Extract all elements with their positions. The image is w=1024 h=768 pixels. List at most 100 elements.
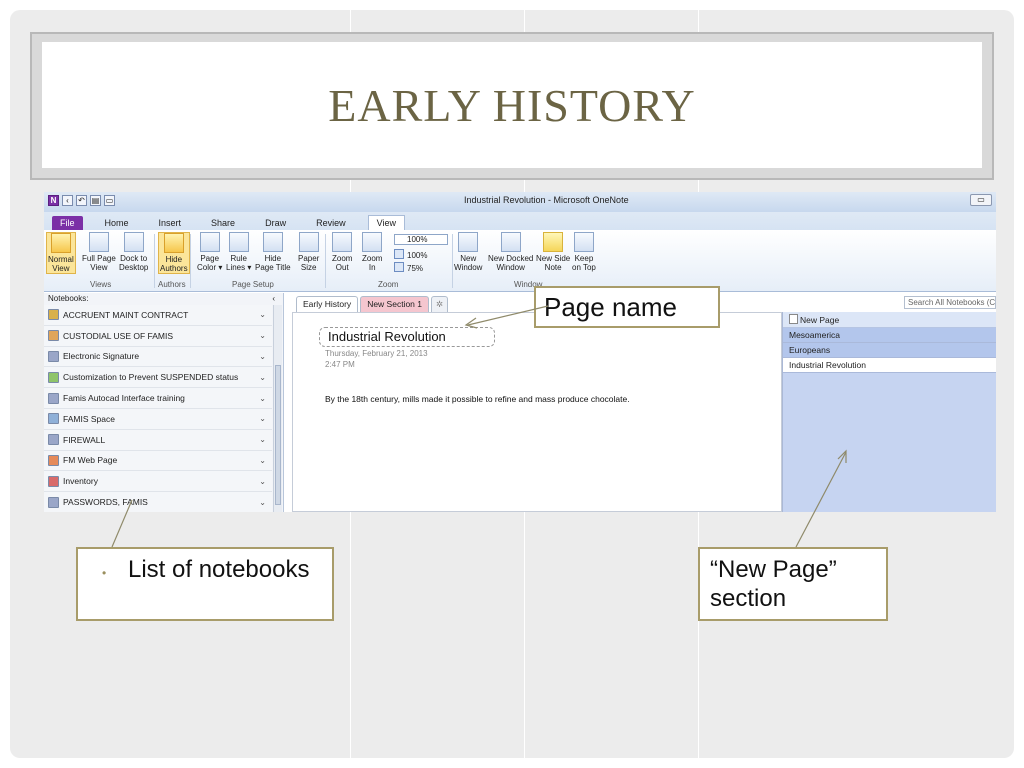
add-section-icon[interactable]: ✲ <box>431 296 449 312</box>
notebook-item[interactable]: Famis Autocad Interface training ⌄ <box>44 388 272 409</box>
zoom-100-button[interactable]: 100% <box>394 249 427 260</box>
page-title-field[interactable]: Industrial Revolution <box>319 327 495 347</box>
dock-to-desktop-button[interactable]: Dock to Desktop <box>119 232 148 272</box>
notebook-item[interactable]: PASSWORDS, FAMIS ⌄ <box>44 492 272 512</box>
tab-view[interactable]: View <box>367 215 405 230</box>
zoom-out-button[interactable]: Zoom Out <box>332 232 352 272</box>
back-icon[interactable]: ‹ <box>62 195 73 206</box>
zoom-75-button[interactable]: 75% <box>394 262 423 273</box>
tab-share[interactable]: Share <box>203 216 243 230</box>
window-title: Industrial Revolution - Microsoft OneNot… <box>464 195 629 205</box>
notebook-item[interactable]: Customization to Prevent SUSPENDED statu… <box>44 367 272 389</box>
page-color-button[interactable]: Page Color ▾ <box>197 232 222 272</box>
hide-page-title-icon <box>262 232 283 252</box>
section-tab-early-history[interactable]: Early History <box>296 296 359 312</box>
page-tab[interactable]: Industrial Revolution <box>783 358 996 373</box>
page-icon[interactable]: ▭ <box>104 195 115 206</box>
chevron-down-icon[interactable]: ⌄ <box>259 456 266 465</box>
new-side-note-button[interactable]: New Side Note <box>536 232 570 272</box>
search-notebooks-input[interactable]: Search All Notebooks (Ct <box>904 296 996 309</box>
new-window-button[interactable]: New Window <box>454 232 482 272</box>
zoom-in-icon <box>362 232 383 252</box>
chevron-down-icon[interactable]: ⌄ <box>259 310 266 319</box>
layout-icon[interactable]: ▤ <box>90 195 101 206</box>
tab-home[interactable]: Home <box>97 216 137 230</box>
scrollbar-thumb[interactable] <box>275 365 281 505</box>
chevron-down-icon[interactable]: ⌄ <box>259 352 266 361</box>
slide-title: EARLY HISTORY <box>328 79 696 131</box>
callout-new-page-section: “New Page” section <box>698 547 888 621</box>
notebook-item[interactable]: Electronic Signature ⌄ <box>44 346 272 368</box>
notebook-item[interactable]: FM Web Page ⌄ <box>44 450 272 472</box>
chevron-down-icon[interactable]: ⌄ <box>259 435 266 444</box>
tab-review[interactable]: Review <box>308 216 354 230</box>
new-docked-window-icon <box>500 232 521 252</box>
chevron-down-icon[interactable]: ⌄ <box>259 414 266 423</box>
page-tab[interactable]: Mesoamerica <box>783 328 996 343</box>
restore-window-icon[interactable]: ▭ <box>970 194 992 206</box>
notebook-label: Electronic Signature <box>63 351 140 362</box>
full-page-view-button[interactable]: Full Page View <box>82 232 116 272</box>
title-box: EARLY HISTORY <box>42 42 982 168</box>
notebook-icon <box>48 371 59 383</box>
hide-authors-button[interactable]: Hide Authors <box>158 232 190 274</box>
notebook-item[interactable]: ACCRUENT MAINT CONTRACT ⌄ <box>44 305 272 326</box>
hide-page-title-button[interactable]: Hide Page Title <box>255 232 291 272</box>
group-separator <box>325 234 326 288</box>
notebook-item[interactable]: CUSTODIAL USE OF FAMIS ⌄ <box>44 325 272 347</box>
notebook-icon <box>48 350 59 362</box>
notebook-label: FM Web Page <box>63 455 118 466</box>
section-tab-new-section-1[interactable]: New Section 1 <box>360 296 429 312</box>
group-separator <box>452 234 453 288</box>
rule-lines-icon <box>228 232 249 252</box>
group-label-zoom: Zoom <box>378 280 399 289</box>
chevron-down-icon[interactable]: ⌄ <box>259 477 266 486</box>
group-label-views: Views <box>90 280 112 289</box>
title-frame: EARLY HISTORY <box>30 32 994 180</box>
paper-size-icon <box>298 232 319 252</box>
note-body-text[interactable]: By the 18th century, mills made it possi… <box>325 393 645 405</box>
notebook-item[interactable]: FIREWALL ⌄ <box>44 429 272 451</box>
notebook-label: Inventory <box>63 476 98 487</box>
onenote-logo-icon: N <box>48 195 59 206</box>
notebook-label: FIREWALL <box>63 434 106 445</box>
notebook-navigation-pane: Notebooks: ‹ ACCRUENT MAINT CONTRACT ⌄ CUS… <box>44 293 284 512</box>
page-tab[interactable]: Europeans <box>783 343 996 358</box>
rule-lines-button[interactable]: Rule Lines ▾ <box>226 232 251 272</box>
navigation-scrollbar[interactable] <box>273 305 282 512</box>
note-page[interactable]: Industrial Revolution Thursday, February… <box>292 312 782 512</box>
undo-icon[interactable]: ↶ <box>76 195 87 206</box>
tab-draw[interactable]: Draw <box>257 216 294 230</box>
keep-on-top-button[interactable]: Keep on Top <box>572 232 596 272</box>
page-date: Thursday, February 21, 2013 <box>325 349 428 358</box>
notebook-icon <box>48 330 59 342</box>
pin-icon <box>573 232 594 252</box>
group-separator <box>190 234 191 288</box>
side-note-icon <box>543 232 564 252</box>
notebook-label: Customization to Prevent SUSPENDED statu… <box>63 372 239 383</box>
notebook-icon <box>48 392 59 404</box>
normal-view-button[interactable]: Normal View <box>46 232 76 274</box>
zoom-in-button[interactable]: Zoom In <box>362 232 382 272</box>
collapse-navigation-icon[interactable]: ‹ <box>272 293 275 305</box>
notebook-label: Famis Autocad Interface training <box>63 393 185 404</box>
bullet-icon: • <box>102 566 107 580</box>
tab-file[interactable]: File <box>52 216 83 230</box>
new-page-button[interactable]: New Page <box>783 312 996 328</box>
page-time: 2:47 PM <box>325 360 355 369</box>
zoom-level-combo[interactable]: 100% <box>394 234 448 245</box>
notebook-item[interactable]: FAMIS Space ⌄ <box>44 408 272 430</box>
notebook-icon <box>48 454 59 466</box>
chevron-down-icon[interactable]: ⌄ <box>259 394 266 403</box>
tab-insert[interactable]: Insert <box>151 216 190 230</box>
chevron-down-icon[interactable]: ⌄ <box>259 498 266 507</box>
notebook-icon <box>48 434 59 446</box>
callout-list-of-notebooks: • List of notebooks <box>76 547 334 621</box>
notebook-item[interactable]: Inventory ⌄ <box>44 471 272 493</box>
group-label-page-setup: Page Setup <box>232 280 274 289</box>
new-docked-window-button[interactable]: New Docked Window <box>488 232 533 272</box>
page-list: Mesoamerica Europeans Industrial Revolutio… <box>783 328 996 373</box>
paper-size-button[interactable]: Paper Size <box>298 232 319 272</box>
chevron-down-icon[interactable]: ⌄ <box>259 331 266 340</box>
chevron-down-icon[interactable]: ⌄ <box>259 373 266 382</box>
